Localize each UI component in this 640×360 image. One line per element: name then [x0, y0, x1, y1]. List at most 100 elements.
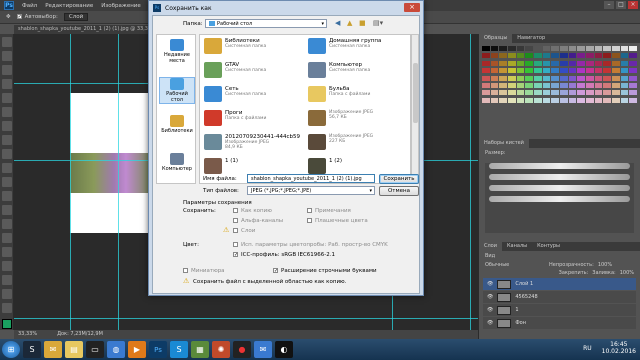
shape-tool-icon[interactable]: [2, 275, 12, 285]
color-swatch[interactable]: [594, 97, 603, 103]
tab-paths[interactable]: Контуры: [532, 242, 565, 251]
color-swatch[interactable]: [603, 68, 611, 74]
tab-channels[interactable]: Каналы: [502, 242, 532, 251]
up-folder-icon[interactable]: ▲: [347, 19, 352, 27]
icc-profile-checkbox[interactable]: ✓ ICC-профиль: sRGB IEC61966-2.1: [233, 252, 335, 258]
color-swatch[interactable]: [525, 75, 533, 81]
color-swatch[interactable]: [499, 53, 507, 59]
menu-file[interactable]: Файл: [22, 3, 37, 9]
chat-icon[interactable]: ✉: [254, 341, 272, 358]
color-swatch[interactable]: [525, 82, 533, 88]
autoselect-checkbox[interactable]: ✓ Автовыбор:: [16, 14, 58, 20]
start-button-icon[interactable]: ⊞: [2, 341, 20, 358]
foreground-color-swatch[interactable]: [2, 319, 12, 329]
color-swatch[interactable]: [620, 97, 629, 103]
color-swatch[interactable]: [568, 53, 577, 59]
file-item[interactable]: 20120709230441-444cb59 Изображение JPEG 84…: [204, 134, 304, 156]
file-item[interactable]: Изображение JPEG 227 КБ: [308, 134, 408, 156]
color-swatch[interactable]: [542, 68, 551, 74]
crop-tool-icon[interactable]: [2, 93, 12, 103]
color-swatch[interactable]: [585, 46, 594, 51]
close-icon[interactable]: ×: [628, 1, 638, 9]
photoshop-taskbar-icon[interactable]: Ps: [149, 341, 167, 358]
layer-row[interactable]: 👁 Слой 1: [483, 278, 636, 290]
color-swatch[interactable]: [507, 90, 516, 96]
color-swatch[interactable]: [551, 82, 559, 88]
color-swatch[interactable]: [482, 90, 490, 96]
color-swatch[interactable]: [594, 46, 603, 51]
color-swatch[interactable]: [620, 53, 629, 59]
color-swatch[interactable]: [490, 53, 499, 59]
scrollbar-thumb[interactable]: [413, 63, 418, 123]
color-swatch[interactable]: [559, 90, 568, 96]
back-icon[interactable]: ◀: [335, 19, 340, 27]
color-swatch[interactable]: [516, 53, 525, 59]
color-swatch[interactable]: [611, 97, 620, 103]
color-swatch[interactable]: [525, 90, 533, 96]
color-swatch[interactable]: [611, 46, 620, 51]
color-swatch[interactable]: [629, 90, 637, 96]
color-swatch[interactable]: [490, 90, 499, 96]
color-swatch[interactable]: [507, 53, 516, 59]
color-swatch[interactable]: [559, 53, 568, 59]
color-swatch[interactable]: [603, 53, 611, 59]
dialog-titlebar[interactable]: Ps Сохранить как: [149, 1, 423, 15]
color-swatch[interactable]: [594, 53, 603, 59]
zoom-level[interactable]: 33,33%: [18, 330, 37, 339]
color-swatch[interactable]: [533, 97, 542, 103]
color-swatch[interactable]: [577, 82, 585, 88]
color-swatch[interactable]: [629, 46, 637, 51]
place-libraries[interactable]: Библиотеки: [159, 115, 195, 134]
color-swatch[interactable]: [499, 68, 507, 74]
color-swatch[interactable]: [559, 46, 568, 51]
color-swatch[interactable]: [499, 97, 507, 103]
file-item[interactable]: Библиотеки Системная папка: [204, 38, 304, 60]
color-swatch[interactable]: [525, 46, 533, 51]
opacity-value[interactable]: 100%: [598, 262, 612, 268]
color-swatch[interactable]: [585, 75, 594, 81]
color-swatch[interactable]: [551, 46, 559, 51]
brush-stroke[interactable]: [489, 174, 630, 180]
place-recent-places[interactable]: Недавние места: [159, 39, 195, 64]
color-swatch[interactable]: [542, 60, 551, 66]
layer-kind-select[interactable]: Вид: [485, 253, 495, 259]
color-swatch[interactable]: [542, 75, 551, 81]
color-swatch[interactable]: [611, 75, 620, 81]
thumbnail-checkbox[interactable]: Миниатюра: [183, 268, 225, 274]
maximize-icon[interactable]: □: [616, 1, 626, 9]
color-swatch[interactable]: [490, 97, 499, 103]
color-swatch[interactable]: [516, 46, 525, 51]
blur-tool-icon[interactable]: [2, 205, 12, 215]
layer-row[interactable]: 👁 Фон: [483, 317, 636, 329]
color-swatch[interactable]: [542, 82, 551, 88]
color-swatch[interactable]: [594, 68, 603, 74]
color-swatch[interactable]: [507, 75, 516, 81]
marquee-tool-icon[interactable]: [2, 51, 12, 61]
tab-navigator[interactable]: Навигатор: [512, 34, 550, 43]
document-tab[interactable]: shablon_shapka_youtube_2011_1 (2) (1).jp…: [14, 25, 148, 34]
type-tool-icon[interactable]: [2, 247, 12, 257]
color-swatch[interactable]: [568, 82, 577, 88]
color-swatch[interactable]: [533, 46, 542, 51]
save-button[interactable]: Сохранить: [379, 174, 419, 184]
color-swatch[interactable]: [516, 68, 525, 74]
brush-stroke[interactable]: [489, 196, 630, 202]
minecraft-icon[interactable]: ▦: [191, 341, 209, 358]
file-list-scrollbar[interactable]: [411, 34, 419, 184]
color-swatch[interactable]: [551, 90, 559, 96]
gradient-tool-icon[interactable]: [2, 191, 12, 201]
color-swatch[interactable]: [577, 75, 585, 81]
color-swatch[interactable]: [603, 97, 611, 103]
color-swatch[interactable]: [482, 68, 490, 74]
color-swatch[interactable]: [499, 46, 507, 51]
color-swatch[interactable]: [603, 90, 611, 96]
color-swatch[interactable]: [577, 97, 585, 103]
autoselect-dropdown[interactable]: Слой: [63, 13, 89, 21]
color-swatch[interactable]: [620, 75, 629, 81]
color-swatch[interactable]: [482, 97, 490, 103]
color-swatch[interactable]: [603, 75, 611, 81]
color-swatch[interactable]: [533, 90, 542, 96]
color-swatch[interactable]: [525, 68, 533, 74]
color-swatch[interactable]: [620, 82, 629, 88]
explorer-icon[interactable]: ▤: [65, 341, 83, 358]
